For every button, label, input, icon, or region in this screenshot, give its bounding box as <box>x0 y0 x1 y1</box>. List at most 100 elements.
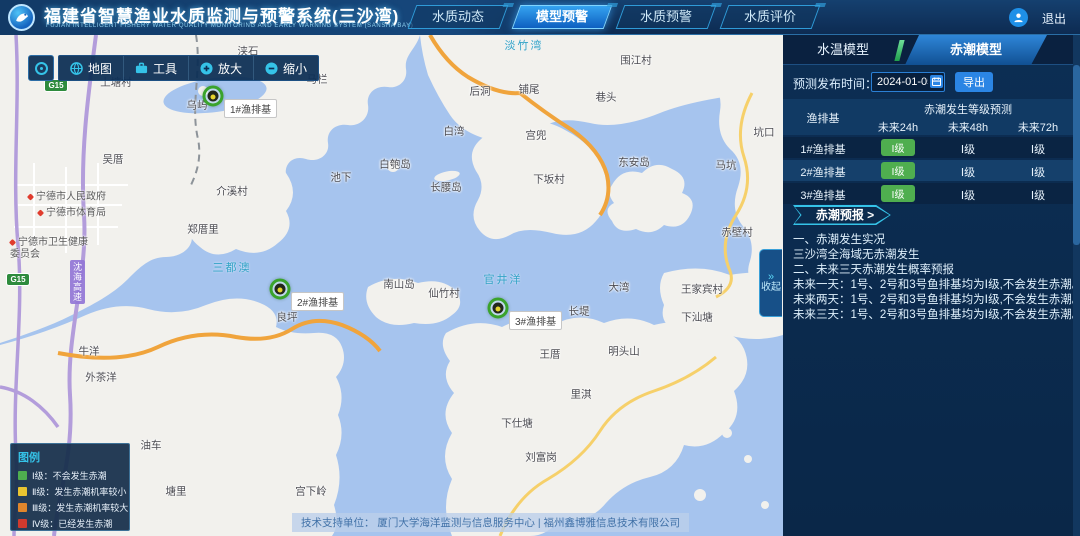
toolbar-map-label: 地图 <box>88 60 112 77</box>
nav-tab-water-evaluation[interactable]: 水质评价 <box>720 5 821 29</box>
scrollbar-thumb[interactable] <box>1073 65 1080 245</box>
panel-collapse-button[interactable]: » 收起 <box>759 249 782 317</box>
poi-label: 宁德市体育局 <box>38 204 106 219</box>
toolbar-tools-button[interactable]: 工具 <box>123 56 188 80</box>
legend-label: Ⅰ级：不会发生赤潮 <box>32 469 107 482</box>
nav-tab-label: 模型预警 <box>517 6 607 28</box>
level-cell: Ⅰ级 <box>1003 187 1073 203</box>
main-nav: 水质动态 模型预警 水质预警 水质评价 <box>412 5 816 29</box>
level-cell: Ⅰ级 <box>1003 141 1073 157</box>
marker-fishraft-2[interactable] <box>270 279 291 300</box>
table-row: 2#渔排基 Ⅰ级 Ⅰ级 Ⅰ级 <box>783 160 1073 181</box>
level-cell: Ⅰ级 <box>1003 164 1073 180</box>
calendar-icon[interactable] <box>930 75 943 88</box>
column-group-header: 赤潮发生等级预测 <box>863 101 1073 117</box>
poi-label: 宁德市人民政府 <box>28 188 106 203</box>
row-name: 1#渔排基 <box>783 141 863 157</box>
tab-label: 赤潮模型 <box>905 35 1047 65</box>
level-badge: Ⅰ级 <box>881 162 915 179</box>
app-logo-icon <box>8 4 35 31</box>
user-avatar[interactable] <box>1009 8 1028 27</box>
app: 三都澳 官井洋 淡竹湾 浃石 乌屿 上塘村 马栏 后洞 铺尾 围江村 巷头 白湾… <box>0 0 1080 536</box>
legend-swatch-level3 <box>18 503 27 512</box>
row-name: 2#渔排基 <box>783 164 863 180</box>
legend-title: 图例 <box>18 449 122 465</box>
water-label: 官井洋 <box>484 271 523 287</box>
tab-water-temp-model[interactable]: 水温模型 <box>783 35 903 65</box>
app-header: 福建省智慧渔业水质监测与预警系统(三沙湾) FUJIAN INTELLIGENT… <box>0 0 1080 35</box>
water-label: 淡竹湾 <box>505 37 544 53</box>
nav-tab-water-dynamics[interactable]: 水质动态 <box>408 5 509 29</box>
toolbar-zoom-in-label: 放大 <box>218 60 242 77</box>
column-header-24h: 未来24h <box>863 119 933 135</box>
report-line: 一、赤潮发生实况 <box>793 231 885 247</box>
export-button[interactable]: 导出 <box>955 72 993 92</box>
legend-swatch-level1 <box>18 471 27 480</box>
legend-item: Ⅰ级：不会发生赤潮 <box>18 469 122 482</box>
report-line: 三沙湾全海域无赤潮发生 <box>793 246 920 262</box>
table-row: 3#渔排基 Ⅰ级 Ⅰ级 Ⅰ级 <box>783 183 1073 204</box>
legend-item: Ⅳ级：已经发生赤潮 <box>18 517 122 530</box>
level-badge: Ⅰ级 <box>881 185 915 202</box>
crosshair-icon <box>35 62 48 75</box>
toolbar-zoom-in-button[interactable]: 放大 <box>188 56 253 80</box>
report-line: 未来三天：1号、2号和3号鱼排基均为Ⅰ级,不会发生赤潮。 <box>793 306 1080 322</box>
nav-tab-label: 水质评价 <box>725 6 815 28</box>
legend-label: Ⅳ级：已经发生赤潮 <box>32 517 112 530</box>
column-header-72h: 未来72h <box>1003 119 1073 135</box>
zoom-in-icon <box>200 62 213 75</box>
report-line: 未来一天：1号、2号和3号鱼排基均为Ⅰ级,不会发生赤潮。 <box>793 276 1080 292</box>
toolbar-map-button[interactable]: 地图 <box>59 56 123 80</box>
logout-button[interactable]: 退出 <box>1042 10 1066 27</box>
report-line: 二、未来三天赤潮发生概率预报 <box>793 261 954 277</box>
model-tabs: 水温模型 赤潮模型 <box>783 35 1080 65</box>
toolbar-tools-label: 工具 <box>153 60 177 77</box>
road-badge-g15: G15 <box>6 273 30 286</box>
column-header-raft: 渔排基 <box>783 110 863 126</box>
model-panel: 水温模型 赤潮模型 预测发布时间： 导出 渔排基 赤潮发生等级预测 未来24h … <box>783 35 1080 536</box>
chevron-right-icon: » <box>768 272 774 282</box>
marker-label: 1#渔排基 <box>224 99 277 118</box>
locate-button[interactable] <box>28 55 54 81</box>
tab-red-tide-model[interactable]: 赤潮模型 <box>905 35 1047 65</box>
table-row: 1#渔排基 Ⅰ级 Ⅰ级 Ⅰ级 <box>783 137 1073 158</box>
poi-label: 宁德市卫生健康委员会 <box>10 237 88 261</box>
report-line: 未来两天：1号、2号和3号鱼排基均为Ⅰ级,不会发生赤潮。 <box>793 291 1080 307</box>
map-canvas[interactable]: 三都澳 官井洋 淡竹湾 浃石 乌屿 上塘村 马栏 后洞 铺尾 围江村 巷头 白湾… <box>0 35 783 536</box>
marker-label: 3#渔排基 <box>509 311 562 330</box>
legend-item: Ⅲ级：发生赤潮机率较大 <box>18 501 122 514</box>
level-cell: Ⅰ级 <box>933 187 1003 203</box>
legend-swatch-level4 <box>18 519 27 528</box>
nav-tab-label: 水质动态 <box>413 6 503 28</box>
publish-time-label: 预测发布时间： <box>793 75 877 92</box>
panel-controls: 预测发布时间： 导出 <box>783 65 1080 99</box>
red-tide-forecast-button[interactable]: 赤潮预报 > <box>793 205 897 225</box>
toolbox-icon <box>135 62 148 75</box>
nav-tab-model-warning[interactable]: 模型预警 <box>512 5 613 29</box>
map-legend: 图例 Ⅰ级：不会发生赤潮 Ⅱ级：发生赤潮机率较小 Ⅲ级：发生赤潮机率较大 Ⅳ级：… <box>10 443 130 531</box>
level-cell: Ⅰ级 <box>933 141 1003 157</box>
nav-tab-label: 水质预警 <box>621 6 711 28</box>
legend-item: Ⅱ级：发生赤潮机率较小 <box>18 485 122 498</box>
toolbar-zoom-out-button[interactable]: 缩小 <box>253 56 318 80</box>
road-name-label: 沈海高速 <box>70 260 85 304</box>
marker-fishraft-3[interactable] <box>488 298 509 319</box>
legend-label: Ⅱ级：发生赤潮机率较小 <box>32 485 126 498</box>
attribution-text: 技术支持单位： 厦门大学海洋监测与信息服务中心 | 福州鑫博雅信息技术有限公司 <box>292 513 689 532</box>
zoom-out-icon <box>265 62 278 75</box>
legend-label: Ⅲ级：发生赤潮机率较大 <box>32 501 128 514</box>
level-cell: Ⅰ级 <box>933 164 1003 180</box>
column-header-48h: 未来48h <box>933 119 1003 135</box>
collapse-label: 收起 <box>761 282 781 294</box>
globe-icon <box>70 62 83 75</box>
user-icon <box>1013 12 1024 23</box>
nav-tab-water-warning[interactable]: 水质预警 <box>616 5 717 29</box>
legend-swatch-level2 <box>18 487 27 496</box>
marker-fishraft-1[interactable] <box>203 86 224 107</box>
page-subtitle: FUJIAN INTELLIGENT FISHERY WATER QUALITY… <box>46 23 413 29</box>
water-label: 三都澳 <box>213 259 252 275</box>
level-badge: Ⅰ级 <box>881 139 915 156</box>
toolbar-zoom-out-label: 缩小 <box>283 60 307 77</box>
row-name: 3#渔排基 <box>783 187 863 203</box>
map-toolbar: 地图 工具 放大 缩小 <box>58 55 319 81</box>
